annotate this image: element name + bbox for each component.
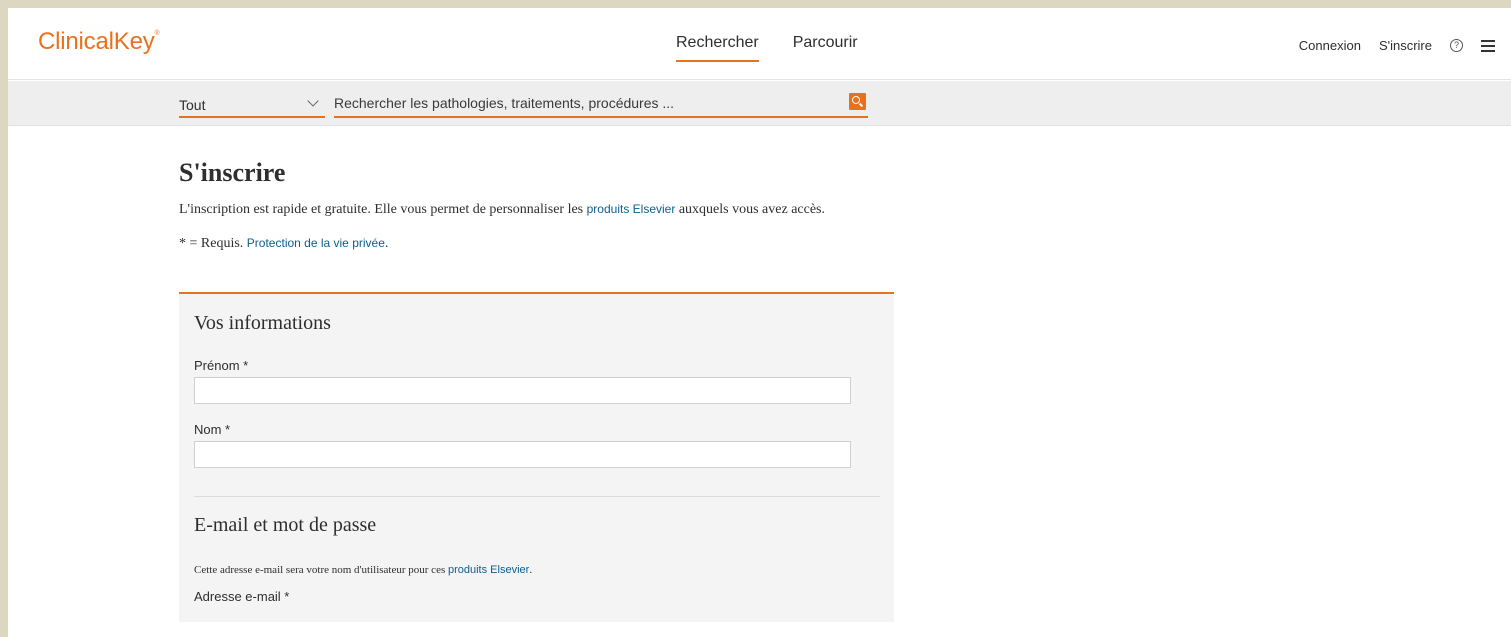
- main-content: S'inscrire L'inscription est rapide et g…: [179, 158, 899, 252]
- last-name-label: Nom *: [194, 422, 231, 437]
- first-name-label: Prénom *: [194, 358, 249, 373]
- registration-form: Vos informations Prénom * Nom * E-mail e…: [179, 292, 894, 622]
- register-link[interactable]: S'inscrire: [1379, 38, 1432, 53]
- search-button[interactable]: [849, 93, 866, 110]
- help-icon[interactable]: ?: [1450, 39, 1463, 52]
- first-name-field[interactable]: [194, 377, 851, 404]
- intro-text: L'inscription est rapide et gratuite. El…: [179, 202, 826, 217]
- browser-frame: ClinicalKey® Rechercher Parcourir Connex…: [8, 8, 1511, 637]
- privacy-link[interactable]: Protection de la vie privée: [247, 236, 385, 250]
- hamburger-icon[interactable]: [1481, 39, 1495, 52]
- search-scope-select[interactable]: Tout: [179, 93, 325, 118]
- nav-parcourir[interactable]: Parcourir: [793, 34, 858, 62]
- email-label: Adresse e-mail *: [194, 589, 290, 604]
- main-nav: Rechercher Parcourir: [676, 34, 858, 62]
- top-header: ClinicalKey® Rechercher Parcourir Connex…: [8, 8, 1511, 80]
- last-name-field[interactable]: [194, 441, 851, 468]
- registered-mark: ®: [154, 30, 160, 37]
- nav-rechercher[interactable]: Rechercher: [676, 34, 759, 62]
- elsevier-products-link-2[interactable]: produits Elsevier: [448, 564, 529, 576]
- required-note: * = Requis. Protection de la vie privée.: [179, 236, 389, 251]
- elsevier-products-link[interactable]: produits Elsevier: [587, 202, 676, 216]
- section-title-your-info: Vos informations: [194, 312, 331, 334]
- chevron-down-icon: [307, 95, 319, 107]
- section-divider: [194, 496, 880, 497]
- section-title-email-password: E-mail et mot de passe: [194, 514, 377, 536]
- page-title: S'inscrire: [179, 158, 286, 187]
- logo-text[interactable]: ClinicalKey: [38, 28, 155, 55]
- clinicalkey-logo[interactable]: ClinicalKey®: [38, 28, 160, 56]
- search-scope-value: Tout: [179, 97, 206, 113]
- search-bar: Tout: [8, 81, 1511, 126]
- email-note: Cette adresse e-mail sera votre nom d'ut…: [194, 564, 533, 576]
- login-link[interactable]: Connexion: [1299, 38, 1361, 53]
- search-input[interactable]: [334, 93, 868, 118]
- user-nav: Connexion S'inscrire ?: [1299, 38, 1495, 53]
